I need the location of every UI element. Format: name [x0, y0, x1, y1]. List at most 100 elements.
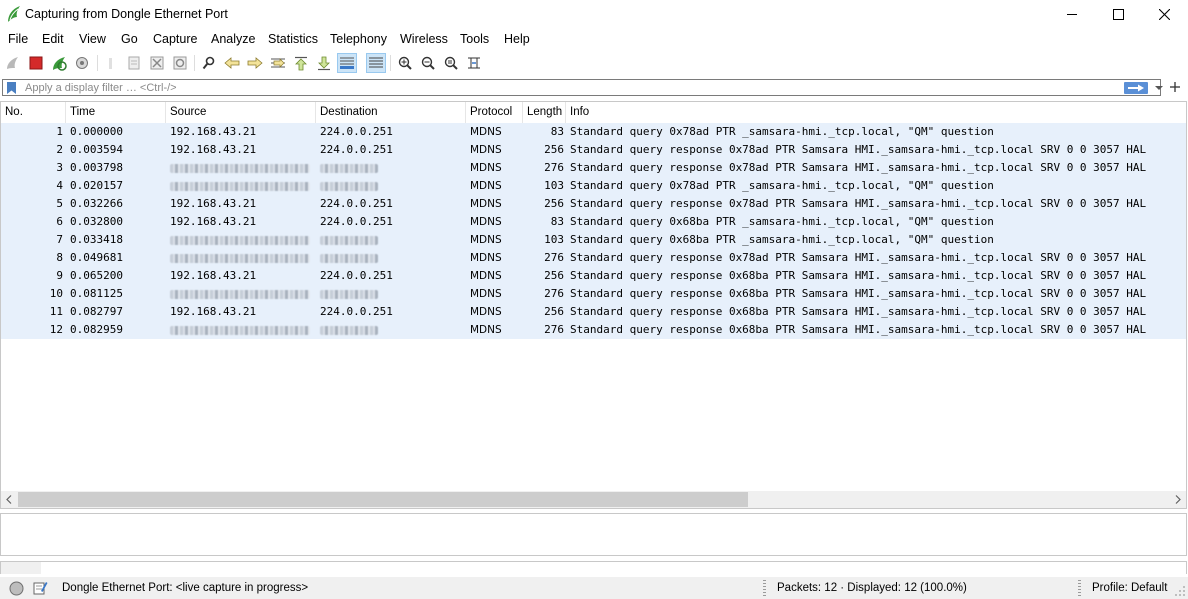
- close-file-icon: [150, 56, 164, 70]
- table-row[interactable]: 1 0.000000 192.168.43.21 224.0.0.251 MDNS 83 S…: [1, 123, 1186, 141]
- zoom-normal-button[interactable]: [441, 53, 461, 73]
- go-to-packet-button[interactable]: [268, 53, 288, 73]
- cell-destination: 224.0.0.251: [320, 215, 393, 228]
- cell-no: 2: [56, 143, 63, 156]
- last-packet-icon: [318, 56, 330, 70]
- cell-info: Standard query response 0x78ad PTR Samsa…: [570, 197, 1147, 210]
- status-splitter[interactable]: [763, 580, 766, 597]
- column-header-time[interactable]: Time: [66, 102, 166, 123]
- chevron-right-icon[interactable]: [1174, 495, 1182, 504]
- zoom-in-button[interactable]: [395, 53, 415, 73]
- auto-scroll-button[interactable]: [337, 53, 357, 73]
- column-header-length[interactable]: Length: [523, 102, 566, 123]
- column-header-no[interactable]: No.: [1, 102, 66, 123]
- profile-text[interactable]: Profile: Default: [1092, 582, 1167, 594]
- close-file-button[interactable]: [147, 53, 167, 73]
- table-row[interactable]: 5 0.032266 192.168.43.21 224.0.0.251 MDNS 256…: [1, 195, 1186, 213]
- table-row[interactable]: 6 0.032800 192.168.43.21 224.0.0.251 MDNS 83 S…: [1, 213, 1186, 231]
- column-header-source[interactable]: Source: [166, 102, 316, 123]
- maximize-button[interactable]: [1095, 0, 1141, 28]
- column-header-destination[interactable]: Destination: [316, 102, 466, 123]
- resize-columns-button[interactable]: [464, 53, 484, 73]
- menu-help[interactable]: Help: [504, 32, 530, 46]
- zoom-out-button[interactable]: [418, 53, 438, 73]
- horizontal-scrollbar-thumb[interactable]: [18, 492, 748, 507]
- table-row[interactable]: 11 0.082797 192.168.43.21 224.0.0.251 MDNS 25…: [1, 303, 1186, 321]
- menu-tools[interactable]: Tools: [460, 32, 489, 46]
- menu-edit[interactable]: Edit: [42, 32, 64, 46]
- table-row[interactable]: 12 0.082959 MDNS 276 Standard query response…: [1, 321, 1186, 339]
- capture-comment-icon[interactable]: [32, 580, 48, 596]
- packet-details-pane[interactable]: [0, 513, 1187, 556]
- cell-time: 0.082797: [70, 305, 123, 318]
- wireshark-fin-icon: [8, 6, 20, 22]
- column-header-protocol[interactable]: Protocol: [466, 102, 523, 123]
- go-back-button[interactable]: [222, 53, 242, 73]
- column-header-info[interactable]: Info: [566, 102, 1186, 123]
- menu-view[interactable]: View: [79, 32, 106, 46]
- cell-time: 0.003798: [70, 161, 123, 174]
- redacted-address: [320, 164, 378, 173]
- last-packet-button[interactable]: [314, 53, 334, 73]
- expert-info-icon[interactable]: [9, 581, 24, 596]
- cell-protocol: MDNS: [470, 270, 502, 282]
- open-file-button[interactable]: [101, 53, 121, 73]
- cell-info: Standard query response 0x78ad PTR Samsa…: [570, 161, 1147, 174]
- cell-no: 6: [56, 215, 63, 228]
- find-packet-button[interactable]: [199, 53, 219, 73]
- display-filter-input[interactable]: [22, 80, 1115, 95]
- main-toolbar: [0, 50, 1188, 76]
- table-row[interactable]: 8 0.049681 MDNS 276 Standard query response …: [1, 249, 1186, 267]
- table-row[interactable]: 7 0.033418 MDNS 103 Standard query 0x68ba PT…: [1, 231, 1186, 249]
- cell-destination: 224.0.0.251: [320, 305, 393, 318]
- menu-capture[interactable]: Capture: [153, 32, 197, 46]
- table-row[interactable]: 9 0.065200 192.168.43.21 224.0.0.251 MDNS 256…: [1, 267, 1186, 285]
- menu-telephony[interactable]: Telephony: [330, 32, 387, 46]
- close-button[interactable]: [1141, 0, 1187, 28]
- cell-no: 4: [56, 179, 63, 192]
- cell-time: 0.032800: [70, 215, 123, 228]
- redacted-address: [320, 254, 378, 263]
- zoom-out-icon: [421, 56, 435, 70]
- chevron-left-icon[interactable]: [5, 495, 13, 504]
- cell-no: 8: [56, 251, 63, 264]
- go-forward-button[interactable]: [245, 53, 265, 73]
- add-filter-button-icon[interactable]: [1168, 80, 1182, 94]
- menu-statistics[interactable]: Statistics: [268, 32, 318, 46]
- table-row[interactable]: 2 0.003594 192.168.43.21 224.0.0.251 MDNS 256…: [1, 141, 1186, 159]
- status-splitter[interactable]: [1078, 580, 1081, 597]
- minimize-button[interactable]: [1049, 0, 1095, 28]
- cell-length: 103: [544, 179, 564, 192]
- table-row[interactable]: 4 0.020157 MDNS 103 Standard query 0x78ad PT…: [1, 177, 1186, 195]
- window-title: Capturing from Dongle Ethernet Port: [25, 7, 228, 21]
- menu-file[interactable]: File: [8, 32, 28, 46]
- reload-file-button[interactable]: [170, 53, 190, 73]
- cell-source: 192.168.43.21: [170, 125, 257, 138]
- bytes-pane-tab: [1, 562, 41, 574]
- open-file-icon: [109, 58, 112, 69]
- table-row[interactable]: 10 0.081125 MDNS 276 Standard query response…: [1, 285, 1186, 303]
- stop-capture-button[interactable]: [26, 53, 46, 73]
- first-packet-button[interactable]: [291, 53, 311, 73]
- resize-grip-icon[interactable]: [1175, 586, 1186, 597]
- save-file-button[interactable]: [124, 53, 144, 73]
- maximize-icon: [1112, 8, 1124, 20]
- start-capture-button[interactable]: [3, 53, 23, 73]
- colorize-button[interactable]: [366, 53, 386, 73]
- apply-filter-arrow-icon[interactable]: [1124, 82, 1148, 94]
- restart-capture-button[interactable]: [49, 53, 69, 73]
- display-filter-bar: [0, 78, 1188, 98]
- packet-bytes-pane[interactable]: [0, 561, 1187, 574]
- horizontal-scrollbar[interactable]: [1, 491, 1186, 508]
- packet-list[interactable]: No. Time Source Destination Protocol Len…: [0, 101, 1187, 509]
- chevron-down-icon[interactable]: [1153, 82, 1165, 94]
- redacted-address: [170, 290, 310, 299]
- menu-wireless[interactable]: Wireless: [400, 32, 448, 46]
- cell-protocol: MDNS: [470, 288, 502, 300]
- table-row[interactable]: 3 0.003798 MDNS 276 Standard query response …: [1, 159, 1186, 177]
- capture-options-button[interactable]: [72, 53, 92, 73]
- menu-go[interactable]: Go: [121, 32, 138, 46]
- bookmark-icon[interactable]: [6, 82, 17, 94]
- cell-length: 256: [544, 197, 564, 210]
- menu-analyze[interactable]: Analyze: [211, 32, 255, 46]
